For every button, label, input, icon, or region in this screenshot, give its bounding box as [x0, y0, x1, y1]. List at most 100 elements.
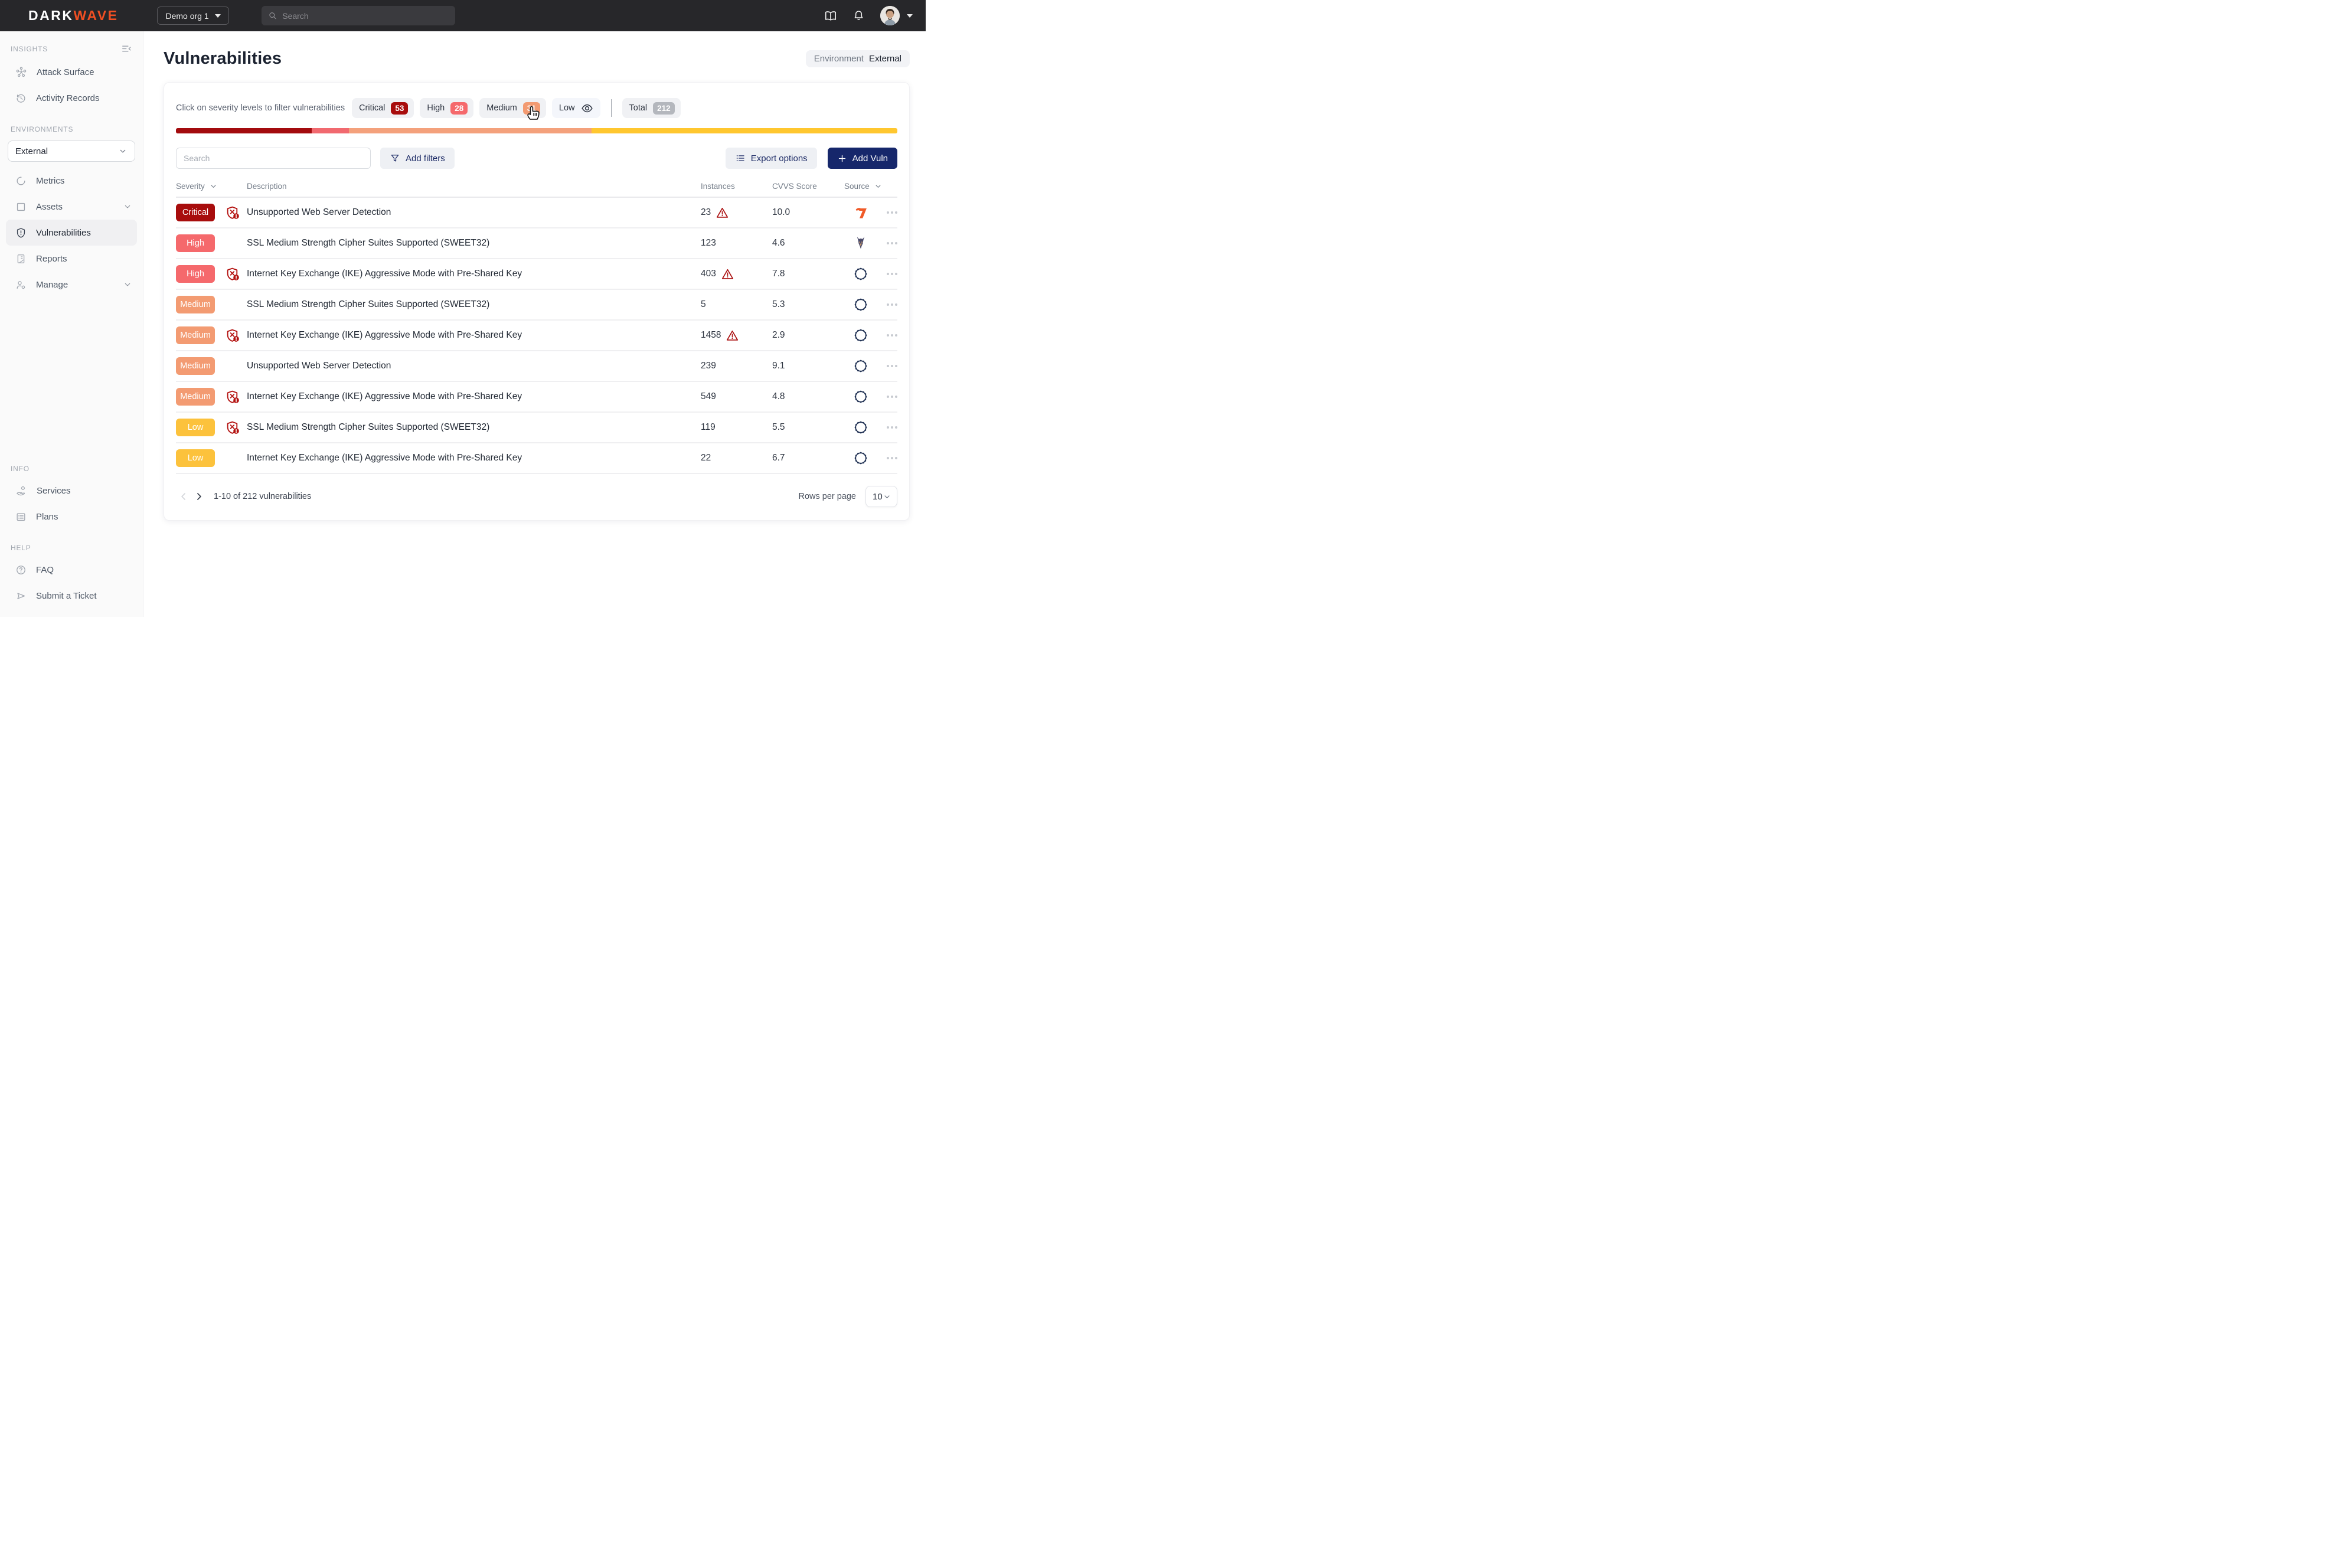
table-row[interactable]: Medium Internet Key Exchange (IKE) Aggre…: [176, 382, 897, 413]
pagination: 1-10 of 212 vulnerabilities Rows per pag…: [176, 486, 897, 507]
row-menu-button[interactable]: [877, 303, 897, 306]
sidebar-item-assets[interactable]: Assets: [0, 194, 143, 220]
shield-x-alert-icon: [226, 390, 240, 404]
docs-book-icon[interactable]: [824, 9, 837, 22]
collapse-sidebar-icon[interactable]: [121, 43, 132, 54]
metrics-icon: [15, 175, 27, 187]
shield-x-alert-icon: [226, 420, 240, 435]
hexagon-logo-icon: [853, 297, 868, 312]
sidebar-section-info: INFO: [0, 465, 143, 473]
cvvs-score: 6.7: [772, 453, 844, 463]
cvvs-score: 4.6: [772, 238, 844, 249]
severity-badge: Critical: [176, 204, 215, 221]
assets-icon: [15, 201, 27, 213]
export-options-button[interactable]: Export options: [726, 148, 817, 169]
sidebar-item-submit-ticket[interactable]: Submit a Ticket: [0, 583, 143, 609]
chevron-down-icon: [215, 14, 221, 18]
eye-icon[interactable]: [581, 102, 593, 115]
sidebar-item-metrics[interactable]: Metrics: [0, 168, 143, 194]
previous-page-button[interactable]: [176, 489, 191, 504]
chevron-right-icon: [193, 491, 205, 502]
table-search-input[interactable]: [184, 153, 363, 163]
rapid7-logo-icon: [854, 205, 868, 220]
row-menu-button[interactable]: [877, 242, 897, 244]
critical-count-badge: 53: [391, 102, 408, 115]
add-vuln-button[interactable]: Add Vuln: [828, 148, 897, 169]
doberman-logo-icon: [853, 236, 868, 251]
cvvs-score: 5.3: [772, 299, 844, 310]
environment-select[interactable]: External: [8, 141, 135, 162]
sidebar-section-environments: ENVIRONMENTS: [0, 125, 143, 133]
notifications-bell-icon[interactable]: [852, 9, 865, 22]
row-menu-button[interactable]: [877, 365, 897, 367]
add-filters-button[interactable]: Add filters: [380, 148, 455, 169]
sidebar-item-activity-records[interactable]: Activity Records: [0, 85, 143, 111]
cvvs-score: 2.9: [772, 330, 844, 341]
row-menu-button[interactable]: [877, 334, 897, 337]
warning-triangle-icon: [721, 268, 734, 280]
plans-icon: [15, 511, 27, 522]
sidebar-item-plans[interactable]: Plans: [0, 504, 143, 530]
org-selector[interactable]: Demo org 1: [157, 6, 228, 25]
chevron-down-icon: [907, 14, 913, 18]
sidebar-section-help: HELP: [0, 544, 143, 552]
network-icon: [15, 66, 27, 78]
sidebar-item-attack-surface[interactable]: Attack Surface: [0, 59, 143, 85]
chevron-down-icon: [209, 182, 218, 191]
vulnerability-description: Unsupported Web Server Detection: [247, 361, 701, 371]
filter-chip-high[interactable]: High 28: [420, 98, 473, 118]
row-menu-button[interactable]: [877, 457, 897, 459]
table-row[interactable]: Medium Internet Key Exchange (IKE) Aggre…: [176, 321, 897, 351]
table-row[interactable]: High SSL Medium Strength Cipher Suites S…: [176, 228, 897, 259]
filter-chip-critical[interactable]: Critical 53: [352, 98, 414, 118]
row-menu-button[interactable]: [877, 426, 897, 429]
hexagon-logo-icon: [853, 328, 868, 343]
table-row[interactable]: Medium Unsupported Web Server Detection …: [176, 351, 897, 382]
vulnerability-description: Internet Key Exchange (IKE) Aggressive M…: [247, 391, 701, 402]
filter-chip-low[interactable]: Low: [552, 98, 600, 118]
send-icon: [15, 590, 27, 602]
table-row[interactable]: Low SSL Medium Strength Cipher Suites Su…: [176, 413, 897, 443]
user-menu[interactable]: [880, 6, 913, 25]
sidebar-item-faq[interactable]: FAQ: [0, 557, 143, 583]
warning-triangle-icon: [716, 207, 729, 219]
severity-badge: Medium: [176, 388, 215, 406]
sidebar-item-vulnerabilities[interactable]: Vulnerabilities: [6, 220, 137, 246]
global-search[interactable]: [262, 6, 455, 25]
table-row[interactable]: High Internet Key Exchange (IKE) Aggress…: [176, 259, 897, 290]
history-icon: [15, 93, 27, 104]
main-content: Vulnerabilities Environment External Cli…: [143, 31, 926, 617]
shield-alert-icon: [15, 227, 27, 239]
avatar[interactable]: [880, 6, 900, 25]
chevron-down-icon: [883, 492, 891, 501]
sidebar-item-services[interactable]: Services: [0, 478, 143, 504]
row-menu-button[interactable]: [877, 396, 897, 398]
global-search-input[interactable]: [282, 11, 448, 21]
sidebar-item-reports[interactable]: Reports: [0, 246, 143, 272]
total-count-badge: 212: [653, 102, 675, 115]
column-header-source[interactable]: Source: [844, 182, 897, 191]
column-header-severity[interactable]: Severity: [176, 182, 247, 191]
severity-badge: Medium: [176, 357, 215, 375]
shield-x-alert-icon: [226, 267, 240, 282]
filter-chip-medium[interactable]: Medium 31: [479, 98, 546, 118]
high-count-badge: 28: [450, 102, 468, 115]
vulnerability-description: SSL Medium Strength Cipher Suites Suppor…: [247, 299, 701, 310]
column-header-cvvs: CVVS Score: [772, 182, 844, 191]
rows-per-page-select[interactable]: 10: [865, 486, 897, 507]
hexagon-logo-icon: [853, 358, 868, 374]
cvvs-score: 5.5: [772, 422, 844, 433]
sidebar-item-manage[interactable]: Manage: [0, 272, 143, 298]
row-menu-button[interactable]: [877, 211, 897, 214]
table-row[interactable]: Critical Unsupported Web Server Detectio…: [176, 198, 897, 228]
row-menu-button[interactable]: [877, 273, 897, 275]
app-logo: DARKWAVE: [28, 8, 118, 24]
table-row[interactable]: Low Internet Key Exchange (IKE) Aggressi…: [176, 443, 897, 474]
question-icon: [15, 564, 27, 576]
table-row[interactable]: Medium SSL Medium Strength Cipher Suites…: [176, 290, 897, 321]
chevron-down-icon: [123, 280, 132, 289]
next-page-button[interactable]: [191, 489, 207, 504]
severity-badge: Medium: [176, 326, 215, 344]
table-search[interactable]: [176, 148, 371, 169]
severity-bar-high: [312, 128, 349, 133]
